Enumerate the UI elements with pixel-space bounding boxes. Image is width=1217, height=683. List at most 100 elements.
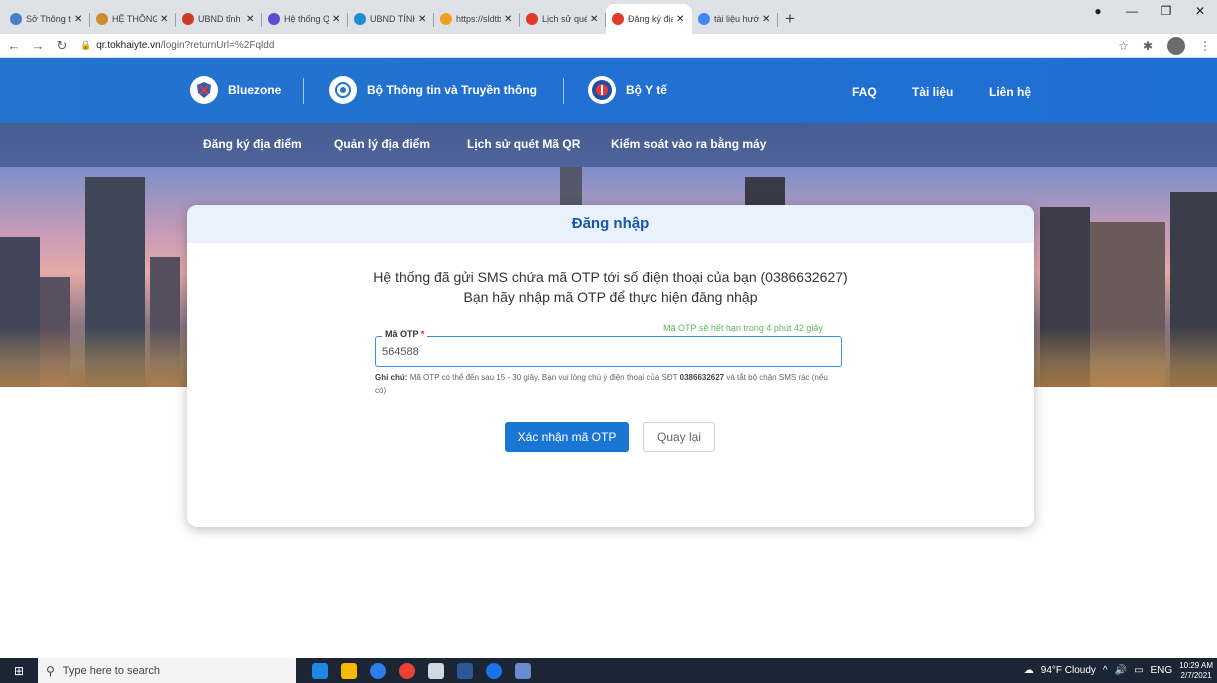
nav-register-location[interactable]: Đăng ký địa điểm bbox=[203, 137, 302, 151]
language-indicator[interactable]: ENG bbox=[1151, 665, 1173, 676]
confirm-otp-button[interactable]: Xác nhận mã OTP bbox=[505, 422, 629, 452]
clock[interactable]: 10:29 AM 2/7/2021 bbox=[1179, 661, 1213, 681]
site-header: Bluezone Bộ Thông tin và Truyền thông Bộ… bbox=[0, 58, 1217, 123]
file-explorer-icon[interactable] bbox=[341, 662, 357, 679]
tab-title: UBND TỈNH TH bbox=[370, 14, 415, 24]
otp-sent-message: Hệ thống đã gửi SMS chứa mã OTP tới số đ… bbox=[373, 269, 848, 285]
otp-input[interactable] bbox=[382, 346, 822, 358]
minimize-icon[interactable]: — bbox=[1115, 0, 1149, 24]
browser-tab[interactable]: UBND tỉnh Tha✕ bbox=[176, 4, 262, 34]
tab-title: Hệ thống Quản bbox=[284, 14, 329, 24]
tab-favicon-icon bbox=[10, 13, 22, 25]
address-bar: ← → ↻ 🔒 qr.tokhaiyte.vn/login?returnUrl=… bbox=[0, 34, 1217, 58]
login-card: Đăng nhập Hệ thống đã gửi SMS chứa mã OT… bbox=[187, 205, 1034, 527]
tab-close-icon[interactable]: ✕ bbox=[762, 14, 772, 25]
docs-link[interactable]: Tài liệu bbox=[912, 85, 953, 99]
tab-favicon-icon bbox=[96, 13, 108, 25]
browser-tab-strip: Sở Thông tin và✕HỆ THỐNG ĐĂ✕UBND tỉnh Th… bbox=[0, 0, 1217, 34]
otp-field[interactable] bbox=[375, 336, 842, 367]
ministry-ict-icon bbox=[329, 76, 357, 104]
header-divider bbox=[563, 78, 564, 104]
app-icon[interactable] bbox=[515, 662, 531, 679]
faq-link[interactable]: FAQ bbox=[852, 85, 877, 99]
profile-icon[interactable]: ● bbox=[1081, 0, 1115, 24]
search-icon: ⚲ bbox=[46, 663, 55, 678]
otp-note: Ghi chú: Mã OTP có thể đến sau 15 - 30 g… bbox=[375, 373, 828, 395]
chevron-up-icon[interactable]: ^ bbox=[1103, 665, 1108, 676]
browser-tab[interactable]: Hệ thống Quản✕ bbox=[262, 4, 348, 34]
reload-icon[interactable]: ↻ bbox=[52, 38, 72, 54]
tab-favicon-icon bbox=[182, 13, 194, 25]
volume-icon[interactable]: 🔊 bbox=[1115, 665, 1127, 676]
extensions-icon[interactable]: ✱ bbox=[1143, 39, 1153, 53]
app-icon[interactable] bbox=[486, 662, 502, 679]
tab-title: Đăng ký địa điể bbox=[628, 14, 673, 24]
browser-tab[interactable]: Sở Thông tin và✕ bbox=[4, 4, 90, 34]
app-icon[interactable] bbox=[428, 662, 444, 679]
lock-icon: 🔒 bbox=[80, 40, 92, 50]
tab-close-icon[interactable]: ✕ bbox=[332, 14, 342, 25]
tab-title: tài liệu hướng d bbox=[714, 14, 759, 24]
menu-kebab-icon[interactable]: ⋮ bbox=[1199, 39, 1211, 53]
header-divider bbox=[303, 78, 304, 104]
tab-favicon-icon bbox=[612, 13, 624, 25]
login-title: Đăng nhập bbox=[187, 205, 1034, 243]
otp-label: Mã OTP * bbox=[382, 329, 428, 339]
tab-favicon-icon bbox=[526, 13, 538, 25]
tab-title: UBND tỉnh Tha bbox=[198, 14, 243, 24]
window-controls: ● — ❐ ✕ bbox=[1081, 0, 1217, 24]
tab-close-icon[interactable]: ✕ bbox=[590, 14, 600, 25]
tab-close-icon[interactable]: ✕ bbox=[676, 14, 686, 25]
zalo-icon[interactable] bbox=[370, 662, 386, 679]
browser-tab[interactable]: HỆ THỐNG ĐĂ✕ bbox=[90, 4, 176, 34]
url-path: /login?returnUrl=%2Fqldd bbox=[160, 40, 275, 51]
windows-start-icon[interactable]: ⊞ bbox=[0, 664, 38, 678]
contact-link[interactable]: Liên hệ bbox=[989, 85, 1031, 99]
ministry-ict-logo[interactable]: Bộ Thông tin và Truyền thông bbox=[329, 76, 537, 104]
close-icon[interactable]: ✕ bbox=[1183, 0, 1217, 24]
tab-close-icon[interactable]: ✕ bbox=[504, 14, 514, 25]
chrome-icon[interactable] bbox=[399, 662, 415, 679]
otp-instruction: Bạn hãy nhập mã OTP để thực hiện đăng nh… bbox=[463, 289, 758, 305]
tab-favicon-icon bbox=[440, 13, 452, 25]
tab-favicon-icon bbox=[698, 13, 710, 25]
browser-tab[interactable]: https://sldtbxh.✕ bbox=[434, 4, 520, 34]
tab-title: HỆ THỐNG ĐĂ bbox=[112, 14, 157, 24]
browser-tab[interactable]: UBND TỈNH TH✕ bbox=[348, 4, 434, 34]
windows-taskbar: ⊞ ⚲ Type here to search ☁ 94°F Cloudy ^ … bbox=[0, 658, 1217, 683]
system-tray: ☁ 94°F Cloudy ^ 🔊 ▭ ENG 10:29 AM 2/7/202… bbox=[1024, 658, 1213, 683]
edge-icon[interactable] bbox=[312, 662, 328, 679]
nav-access-control[interactable]: Kiểm soát vào ra bằng máy bbox=[611, 137, 766, 151]
browser-tab[interactable]: Lịch sử quét mã✕ bbox=[520, 4, 606, 34]
ministry-health-logo[interactable]: Bộ Y tế bbox=[588, 76, 667, 104]
word-icon[interactable] bbox=[457, 662, 473, 679]
tab-title: https://sldtbxh. bbox=[456, 14, 501, 24]
tab-close-icon[interactable]: ✕ bbox=[246, 14, 256, 25]
tab-title: Lịch sử quét mã bbox=[542, 14, 587, 24]
tab-close-icon[interactable]: ✕ bbox=[418, 14, 428, 25]
taskbar-search[interactable]: ⚲ Type here to search bbox=[38, 658, 296, 683]
nav-manage-location[interactable]: Quản lý địa điểm bbox=[334, 137, 430, 151]
nav-qr-history[interactable]: Lịch sử quét Mã QR bbox=[467, 137, 580, 151]
bluezone-logo[interactable]: Bluezone bbox=[190, 76, 281, 104]
weather-text[interactable]: 94°F Cloudy bbox=[1041, 665, 1096, 676]
browser-tab[interactable]: Đăng ký địa điể✕ bbox=[606, 4, 692, 34]
back-arrow-icon[interactable]: ← bbox=[4, 38, 24, 53]
restore-icon[interactable]: ❐ bbox=[1149, 0, 1183, 24]
tab-close-icon[interactable]: ✕ bbox=[74, 14, 84, 25]
url-input[interactable]: 🔒 qr.tokhaiyte.vn/login?returnUrl=%2Fqld… bbox=[80, 35, 1118, 57]
tab-title: Sở Thông tin và bbox=[26, 14, 71, 24]
network-icon[interactable]: ▭ bbox=[1134, 665, 1143, 676]
tab-favicon-icon bbox=[354, 13, 366, 25]
avatar[interactable] bbox=[1167, 36, 1185, 55]
browser-tab[interactable]: tài liệu hướng d✕ bbox=[692, 4, 778, 34]
required-asterisk: * bbox=[420, 329, 425, 339]
otp-expire-timer: Mã OTP sẽ hết hạn trong 4 phút 42 giây bbox=[663, 323, 823, 333]
tab-favicon-icon bbox=[268, 13, 280, 25]
forward-arrow-icon[interactable]: → bbox=[28, 38, 48, 53]
back-button[interactable]: Quay lại bbox=[643, 422, 715, 452]
tab-close-icon[interactable]: ✕ bbox=[160, 14, 170, 25]
new-tab-button[interactable]: + bbox=[778, 4, 802, 34]
url-host: qr.tokhaiyte.vn bbox=[96, 40, 161, 51]
bookmark-star-icon[interactable]: ☆ bbox=[1118, 39, 1129, 53]
